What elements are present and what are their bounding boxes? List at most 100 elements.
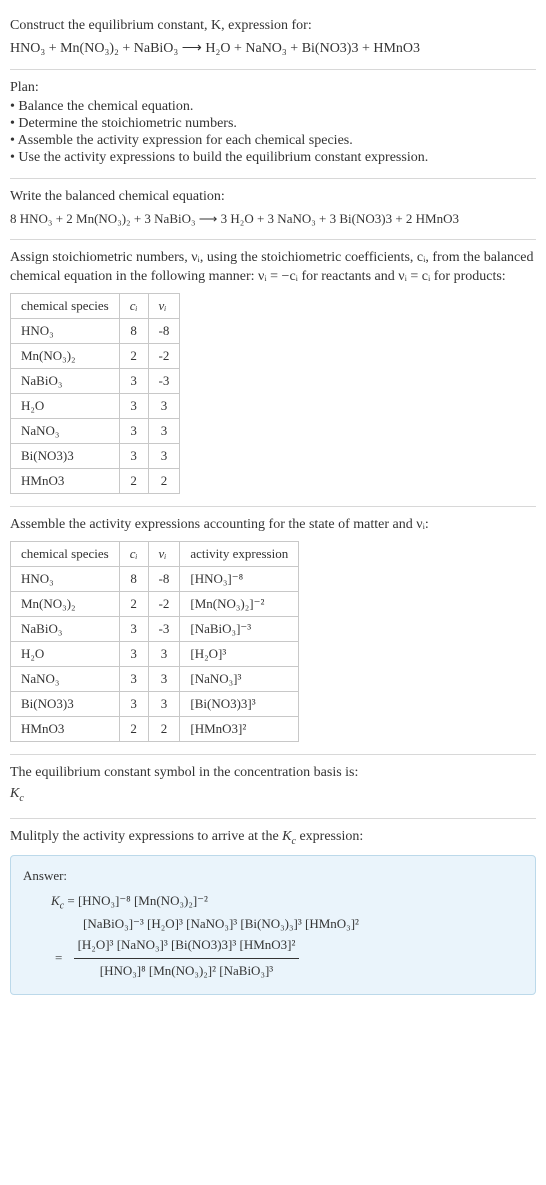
cell-ci: 3 xyxy=(119,393,148,418)
cell-activity: [Mn(NO₃)₂]⁻² xyxy=(180,591,299,616)
table-row: Bi(NO3)333 xyxy=(11,443,180,468)
cell-vi: 2 xyxy=(148,716,180,741)
cell-vi: -8 xyxy=(148,318,180,343)
cell-vi: 3 xyxy=(148,443,180,468)
cell-activity: [NaNO₃]³ xyxy=(180,666,299,691)
cell-ci: 3 xyxy=(119,418,148,443)
multiply-line: Mulitply the activity expressions to arr… xyxy=(10,827,536,849)
equals-sign: = xyxy=(55,948,62,969)
plan-item: • Assemble the activity expression for e… xyxy=(10,133,536,149)
kc-symbol-value: Kc xyxy=(10,784,536,806)
cell-vi: -2 xyxy=(148,591,180,616)
fraction-denominator: [HNO₃]⁸ [Mn(NO₃)₂]² [NaBiO₃]³ xyxy=(74,959,300,982)
cell-activity: [H₂O]³ xyxy=(180,641,299,666)
col-ci: cᵢ xyxy=(119,293,148,318)
table-row: NaNO₃33[NaNO₃]³ xyxy=(11,666,299,691)
activity-section: Assemble the activity expressions accoun… xyxy=(10,507,536,755)
stoich-section: Assign stoichiometric numbers, νᵢ, using… xyxy=(10,240,536,507)
plan-item: • Use the activity expressions to build … xyxy=(10,150,536,166)
kc-symbol-line1: The equilibrium constant symbol in the c… xyxy=(10,763,536,783)
answer-box: Answer: Kc = K_c = [HNO₃]⁻⁸ [Mn(NO₃)₂]⁻²… xyxy=(10,855,536,995)
cell-ci: 3 xyxy=(119,616,148,641)
plan-item: • Determine the stoichiometric numbers. xyxy=(10,116,536,132)
cell-ci: 3 xyxy=(119,368,148,393)
cell-species: Mn(NO₃)₂ xyxy=(11,591,120,616)
cell-vi: 3 xyxy=(148,418,180,443)
balanced-heading: Write the balanced chemical equation: xyxy=(10,187,536,207)
table-row: Mn(NO₃)₂2-2[Mn(NO₃)₂]⁻² xyxy=(11,591,299,616)
cell-activity: [HNO₃]⁻⁸ xyxy=(180,566,299,591)
answer-label: Answer: xyxy=(23,866,523,887)
cell-species: HNO₃ xyxy=(11,318,120,343)
cell-activity: [HMnO3]² xyxy=(180,716,299,741)
cell-vi: 3 xyxy=(148,666,180,691)
intro-text: Construct the equilibrium constant, K, e… xyxy=(10,16,536,36)
cell-species: HNO₃ xyxy=(11,566,120,591)
col-vi: νᵢ xyxy=(148,293,180,318)
table-row: HMnO322[HMnO3]² xyxy=(11,716,299,741)
answer-fraction-line: = [H₂O]³ [NaNO₃]³ [Bi(NO3)3]³ [HMnO3]² [… xyxy=(51,935,523,982)
plan-list: • Balance the chemical equation. • Deter… xyxy=(10,99,536,166)
cell-ci: 2 xyxy=(119,468,148,493)
table-header-row: chemical species cᵢ νᵢ xyxy=(11,293,180,318)
table-row: HNO₃8-8 xyxy=(11,318,180,343)
table-row: H₂O33 xyxy=(11,393,180,418)
cell-species: H₂O xyxy=(11,393,120,418)
cell-species: Mn(NO₃)₂ xyxy=(11,343,120,368)
activity-intro: Assemble the activity expressions accoun… xyxy=(10,515,536,535)
table-row: Mn(NO₃)₂2-2 xyxy=(11,343,180,368)
cell-species: HMnO3 xyxy=(11,468,120,493)
cell-ci: 2 xyxy=(119,716,148,741)
cell-ci: 3 xyxy=(119,443,148,468)
table-row: HNO₃8-8[HNO₃]⁻⁸ xyxy=(11,566,299,591)
cell-ci: 3 xyxy=(119,691,148,716)
answer-line2: [NaBiO₃]⁻³ [H₂O]³ [NaNO₃]³ [Bi(NO₃)₃]³ [… xyxy=(83,914,523,935)
cell-species: NaNO₃ xyxy=(11,418,120,443)
intro-equation: HNO₃ + Mn(NO₃)₂ + NaBiO₃ ⟶ H₂O + NaNO₃ +… xyxy=(10,40,536,57)
cell-vi: -3 xyxy=(148,368,180,393)
stoich-table: chemical species cᵢ νᵢ HNO₃8-8 Mn(NO₃)₂2… xyxy=(10,293,180,494)
balanced-section: Write the balanced chemical equation: 8 … xyxy=(10,179,536,240)
cell-vi: -3 xyxy=(148,616,180,641)
cell-ci: 3 xyxy=(119,641,148,666)
table-row: Bi(NO3)333[Bi(NO3)3]³ xyxy=(11,691,299,716)
cell-species: NaBiO₃ xyxy=(11,616,120,641)
col-activity: activity expression xyxy=(180,541,299,566)
cell-vi: 2 xyxy=(148,468,180,493)
cell-vi: -2 xyxy=(148,343,180,368)
balanced-equation: 8 HNO₃ + 2 Mn(NO₃)₂ + 3 NaBiO₃ ⟶ 3 H₂O +… xyxy=(10,211,536,227)
cell-species: HMnO3 xyxy=(11,716,120,741)
table-row: NaNO₃33 xyxy=(11,418,180,443)
table-row: HMnO322 xyxy=(11,468,180,493)
cell-vi: -8 xyxy=(148,566,180,591)
activity-table: chemical species cᵢ νᵢ activity expressi… xyxy=(10,541,299,742)
kc-symbol-section: The equilibrium constant symbol in the c… xyxy=(10,755,536,819)
cell-vi: 3 xyxy=(148,393,180,418)
cell-activity: [Bi(NO3)3]³ xyxy=(180,691,299,716)
cell-species: H₂O xyxy=(11,641,120,666)
cell-activity: [NaBiO₃]⁻³ xyxy=(180,616,299,641)
cell-ci: 3 xyxy=(119,666,148,691)
cell-species: NaBiO₃ xyxy=(11,368,120,393)
plan-item: • Balance the chemical equation. xyxy=(10,99,536,115)
cell-ci: 8 xyxy=(119,566,148,591)
cell-ci: 2 xyxy=(119,591,148,616)
table-header-row: chemical species cᵢ νᵢ activity expressi… xyxy=(11,541,299,566)
cell-vi: 3 xyxy=(148,641,180,666)
cell-vi: 3 xyxy=(148,691,180,716)
col-species: chemical species xyxy=(11,293,120,318)
col-vi: νᵢ xyxy=(148,541,180,566)
col-species: chemical species xyxy=(11,541,120,566)
cell-species: Bi(NO3)3 xyxy=(11,443,120,468)
answer-fraction: [H₂O]³ [NaNO₃]³ [Bi(NO3)3]³ [HMnO3]² [HN… xyxy=(74,935,300,982)
stoich-intro: Assign stoichiometric numbers, νᵢ, using… xyxy=(10,248,536,287)
cell-ci: 2 xyxy=(119,343,148,368)
cell-species: NaNO₃ xyxy=(11,666,120,691)
cell-ci: 8 xyxy=(119,318,148,343)
plan-heading: Plan: xyxy=(10,78,536,98)
answer-line1: Kc = K_c = [HNO₃]⁻⁸ [Mn(NO₃)₂]⁻²[HNO₃]⁻⁸… xyxy=(51,891,523,915)
intro-section: Construct the equilibrium constant, K, e… xyxy=(10,8,536,70)
table-row: H₂O33[H₂O]³ xyxy=(11,641,299,666)
fraction-numerator: [H₂O]³ [NaNO₃]³ [Bi(NO3)3]³ [HMnO3]² xyxy=(74,935,300,959)
plan-section: Plan: • Balance the chemical equation. •… xyxy=(10,70,536,180)
